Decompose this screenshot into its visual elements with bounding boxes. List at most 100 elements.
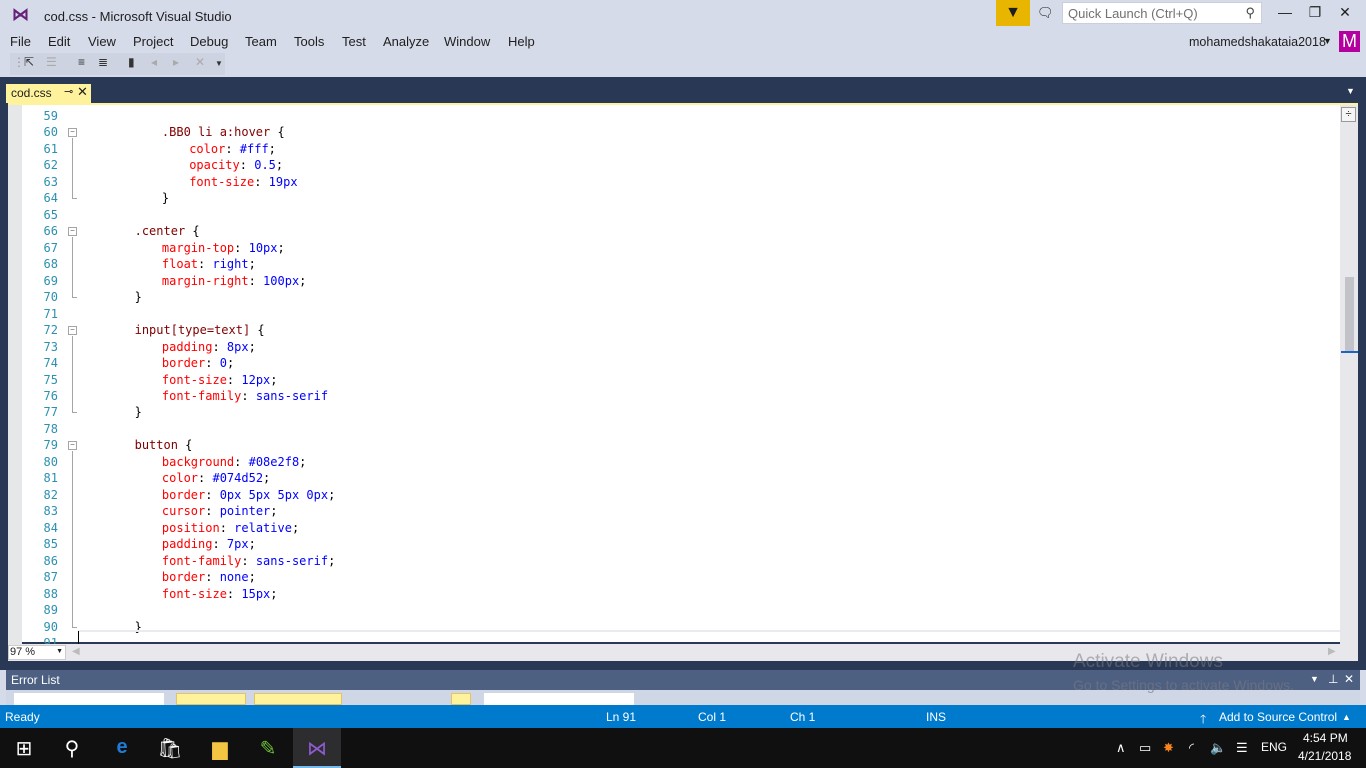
code-line[interactable]: 83 cursor: pointer;: [22, 503, 1340, 519]
notifications-filter-button[interactable]: ▼: [996, 0, 1030, 26]
collapse-region-icon[interactable]: −: [68, 441, 77, 451]
collapse-region-icon[interactable]: −: [68, 227, 77, 237]
code-line[interactable]: 62 opacity: 0.5;: [22, 157, 1340, 173]
code-line[interactable]: 71: [22, 306, 1340, 322]
warnings-filter-button[interactable]: [254, 693, 342, 705]
pin-icon[interactable]: ⊸: [64, 85, 73, 98]
code-line[interactable]: 63 font-size: 19px: [22, 174, 1340, 190]
action-center-icon[interactable]: ☰: [1236, 740, 1248, 756]
previous-bookmark-icon[interactable]: ◂: [151, 55, 157, 69]
search-icon[interactable]: ⚲: [48, 736, 96, 761]
clear-bookmarks-icon[interactable]: ✕: [195, 55, 205, 69]
volume-icon[interactable]: 🔈: [1210, 740, 1226, 756]
close-button[interactable]: ✕: [1331, 4, 1359, 21]
chevron-down-icon[interactable]: ▼: [1323, 36, 1332, 46]
code-line[interactable]: 59: [22, 108, 1340, 124]
code-line[interactable]: 70}: [22, 289, 1340, 305]
scrollbar-thumb[interactable]: [1345, 277, 1354, 352]
code-line[interactable]: 67 margin-top: 10px;: [22, 240, 1340, 256]
code-line[interactable]: 85 padding: 7px;: [22, 536, 1340, 552]
code-line[interactable]: 66 .center {: [22, 223, 1340, 239]
chevron-up-icon[interactable]: ∧: [1116, 740, 1126, 756]
collapse-region-icon[interactable]: −: [68, 128, 77, 138]
quick-launch-input[interactable]: Quick Launch (Ctrl+Q) ⚲: [1062, 2, 1262, 24]
tab-cod-css[interactable]: cod.css ⊸ ✕: [6, 84, 91, 103]
code-line[interactable]: 68 float: right;: [22, 256, 1340, 272]
scroll-left-icon[interactable]: ◀: [72, 646, 80, 657]
outdent-icon[interactable]: ≡: [78, 55, 85, 69]
code-editor[interactable]: 59 60 .BB0 li a:hover {61 color: #fff; 62 opa…: [8, 103, 1358, 650]
bookmark-icon[interactable]: ▮: [128, 55, 135, 69]
edge-browser-icon[interactable]: e: [98, 736, 146, 759]
comment-icon[interactable]: ≣: [98, 55, 108, 69]
code-line[interactable]: 88 font-size: 15px;: [22, 586, 1340, 602]
menu-debug[interactable]: Debug: [190, 34, 228, 49]
chevron-down-icon[interactable]: ▼: [1310, 674, 1319, 684]
code-line[interactable]: 82 border: 0px 5px 5px 0px;: [22, 487, 1340, 503]
account-name[interactable]: mohamedshakataia2018: [1189, 35, 1326, 49]
clock-time[interactable]: 4:54 PM: [1303, 731, 1348, 745]
code-line[interactable]: 73 padding: 8px;: [22, 339, 1340, 355]
parameter-info-icon[interactable]: ☰: [46, 55, 57, 69]
menu-window[interactable]: Window: [444, 34, 490, 49]
toolbar-overflow-icon[interactable]: ▼: [215, 59, 223, 68]
code-line[interactable]: 81 color: #074d52;: [22, 470, 1340, 486]
close-icon[interactable]: ✕: [77, 84, 88, 100]
code-line[interactable]: 74 border: 0;: [22, 355, 1340, 371]
code-line[interactable]: 61 color: #fff;: [22, 141, 1340, 157]
collapse-region-icon[interactable]: −: [68, 326, 77, 336]
menu-edit[interactable]: Edit: [48, 34, 70, 49]
errors-filter-button[interactable]: [176, 693, 246, 705]
next-bookmark-icon[interactable]: ▸: [173, 55, 179, 69]
avast-icon[interactable]: ✸: [1163, 740, 1174, 756]
code-line[interactable]: 79 button {: [22, 437, 1340, 453]
chevron-up-icon[interactable]: ▲: [1342, 712, 1351, 722]
notepad-plus-icon[interactable]: ✎: [244, 736, 292, 761]
file-explorer-icon[interactable]: ▆: [196, 736, 244, 761]
menu-tools[interactable]: Tools: [294, 34, 324, 49]
add-to-source-control-button[interactable]: Add to Source Control: [1219, 710, 1337, 724]
split-window-icon[interactable]: ÷: [1341, 107, 1356, 122]
vertical-scrollbar[interactable]: ÷: [1340, 105, 1358, 644]
close-icon[interactable]: ✕: [1344, 672, 1354, 686]
avatar[interactable]: M: [1339, 31, 1360, 52]
code-line[interactable]: 60 .BB0 li a:hover {: [22, 124, 1340, 140]
code-line[interactable]: 65: [22, 207, 1340, 223]
code-line[interactable]: 75 font-size: 12px;: [22, 372, 1340, 388]
quick-info-icon[interactable]: ⇱: [24, 55, 34, 69]
code-line[interactable]: 80 background: #08e2f8;: [22, 454, 1340, 470]
visual-studio-taskbar-icon[interactable]: ⋈: [293, 728, 341, 768]
code-line[interactable]: 84 position: relative;: [22, 520, 1340, 536]
menu-team[interactable]: Team: [245, 34, 277, 49]
code-line[interactable]: 77}: [22, 404, 1340, 420]
code-line[interactable]: 69 margin-right: 100px;: [22, 273, 1340, 289]
language-indicator[interactable]: ENG: [1261, 740, 1287, 754]
code-line[interactable]: 89: [22, 602, 1340, 618]
wifi-icon[interactable]: ◜: [1189, 740, 1194, 756]
search-icon[interactable]: ⚲: [1245, 5, 1255, 21]
menu-test[interactable]: Test: [342, 34, 366, 49]
windows-start-icon[interactable]: ⊞: [0, 736, 48, 761]
zoom-level-select[interactable]: 97 % ▼: [8, 645, 66, 660]
search-error-list-input[interactable]: [484, 693, 634, 705]
clock-date[interactable]: 4/21/2018: [1298, 749, 1351, 763]
code-line[interactable]: 86 font-family: sans-serif;: [22, 553, 1340, 569]
menu-file[interactable]: File: [10, 34, 31, 49]
code-line[interactable]: 76 font-family: sans-serif: [22, 388, 1340, 404]
scroll-right-icon[interactable]: ▶: [1328, 646, 1336, 657]
build-filter-button[interactable]: [451, 693, 471, 705]
code-line[interactable]: 87 border: none;: [22, 569, 1340, 585]
restore-button[interactable]: ❐: [1301, 4, 1329, 21]
scope-dropdown[interactable]: [14, 693, 164, 705]
tab-list-dropdown-icon[interactable]: ▼: [1346, 86, 1355, 96]
menu-project[interactable]: Project: [133, 34, 173, 49]
store-icon[interactable]: 🛍: [146, 736, 194, 761]
menu-view[interactable]: View: [88, 34, 116, 49]
menu-help[interactable]: Help: [508, 34, 535, 49]
menu-analyze[interactable]: Analyze: [383, 34, 429, 49]
code-line[interactable]: 64}: [22, 190, 1340, 206]
pin-icon[interactable]: ⊥: [1328, 672, 1338, 686]
code-line[interactable]: 72 input[type=text] {: [22, 322, 1340, 338]
battery-icon[interactable]: ▭: [1139, 740, 1151, 756]
code-line[interactable]: 78: [22, 421, 1340, 437]
